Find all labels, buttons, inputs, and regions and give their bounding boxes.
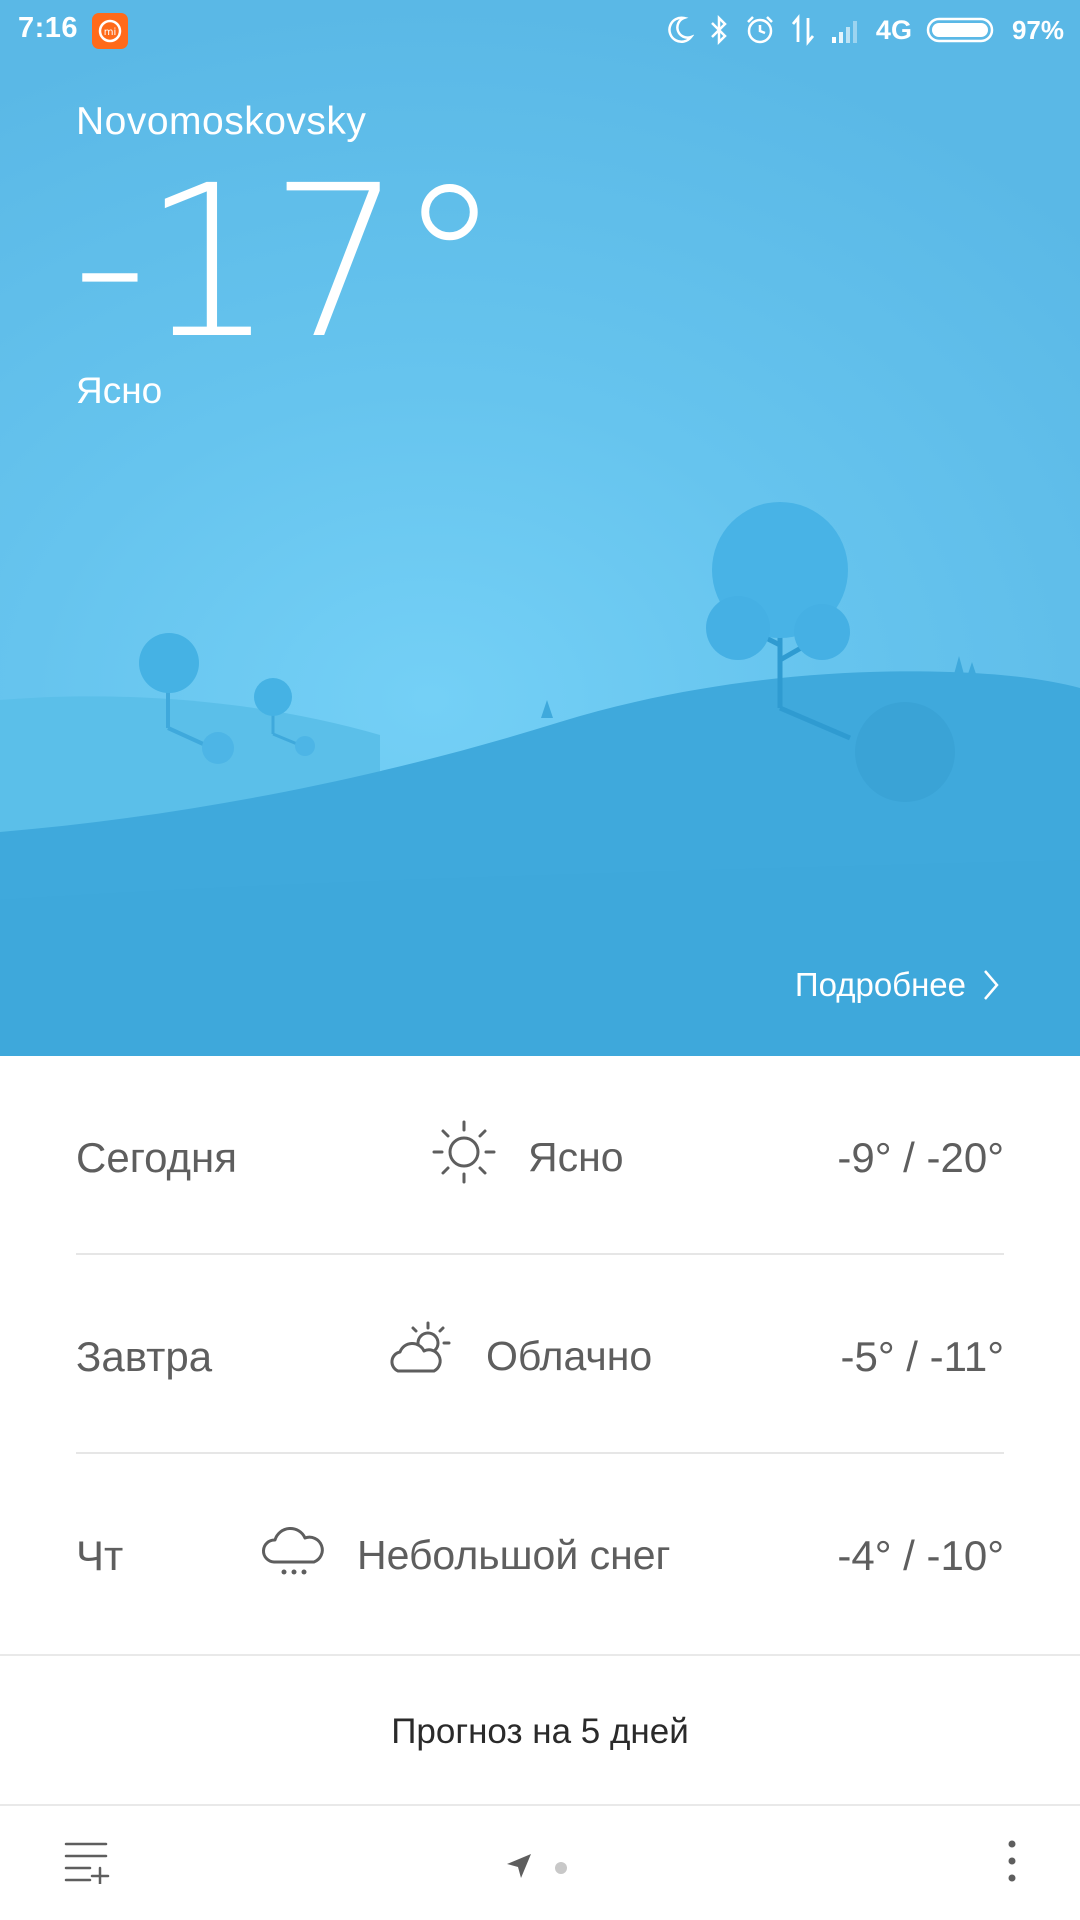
- forecast-list: Сегодня Ясно -9° / -20° Завтра Облачно -…: [0, 1056, 1080, 1653]
- battery-percent: 97%: [1011, 14, 1064, 45]
- forecast-row-today[interactable]: Сегодня Ясно -9° / -20°: [0, 1056, 1080, 1255]
- details-label: Подробнее: [794, 966, 966, 1003]
- status-bar: 7:16 mi 4G 97%: [0, 0, 1080, 64]
- alarm-icon: [747, 16, 773, 44]
- bluetooth-icon: [711, 14, 727, 46]
- add-city-list-icon[interactable]: [64, 1838, 110, 1884]
- forecast-row-tomorrow[interactable]: Завтра Облачно -5° / -11°: [0, 1255, 1080, 1454]
- status-time: 7:16: [18, 12, 79, 44]
- signal-icon: [831, 21, 857, 43]
- section-divider: [0, 1654, 1080, 1656]
- forecast-range: -9° / -20°: [837, 1134, 1004, 1181]
- forecast-range: -5° / -11°: [840, 1333, 1004, 1380]
- location-arrow-icon[interactable]: [505, 1852, 533, 1880]
- details-link[interactable]: Подробнее: [795, 966, 1000, 1004]
- bottom-bar: [0, 1808, 1080, 1920]
- partly-cloudy-icon: [390, 1321, 451, 1373]
- moon-icon: [668, 16, 694, 43]
- status-icons: 4G 97%: [666, 10, 1064, 50]
- forecast-condition: Облачно: [486, 1333, 653, 1379]
- five-day-forecast-button[interactable]: Прогноз на 5 дней: [0, 1712, 1080, 1752]
- current-temperature: -17°: [72, 140, 502, 385]
- snow-cloud-icon: [262, 1527, 324, 1575]
- svg-text:mi: mi: [104, 27, 117, 38]
- forecast-day: Сегодня: [76, 1134, 237, 1181]
- weather-screen: 7:16 mi 4G 97% Novomoskovsky -17° Ясно П…: [0, 0, 1080, 1920]
- city-name[interactable]: Novomoskovsky: [76, 100, 366, 144]
- forecast-condition: Небольшой снег: [357, 1532, 671, 1578]
- forecast-row-thursday[interactable]: Чт Небольшой снег -4° / -10°: [0, 1454, 1080, 1653]
- more-vertical-icon[interactable]: [1000, 1838, 1024, 1884]
- forecast-day: Завтра: [76, 1333, 213, 1380]
- data-transfer-icon: [791, 14, 814, 46]
- sun-icon: [432, 1120, 496, 1184]
- current-weather-hero: 7:16 mi 4G 97% Novomoskovsky -17° Ясно П…: [0, 0, 1080, 1056]
- battery-icon: [926, 17, 994, 43]
- section-divider: [0, 1804, 1080, 1806]
- forecast-condition: Ясно: [528, 1134, 624, 1180]
- current-condition: Ясно: [76, 370, 163, 411]
- page-indicator-dot: [555, 1862, 567, 1874]
- forecast-range: -4° / -10°: [837, 1532, 1004, 1579]
- chevron-right-icon: [984, 970, 999, 1000]
- forecast-day: Чт: [76, 1532, 124, 1579]
- network-type: 4G: [875, 14, 912, 45]
- mi-app-icon: mi: [92, 13, 128, 49]
